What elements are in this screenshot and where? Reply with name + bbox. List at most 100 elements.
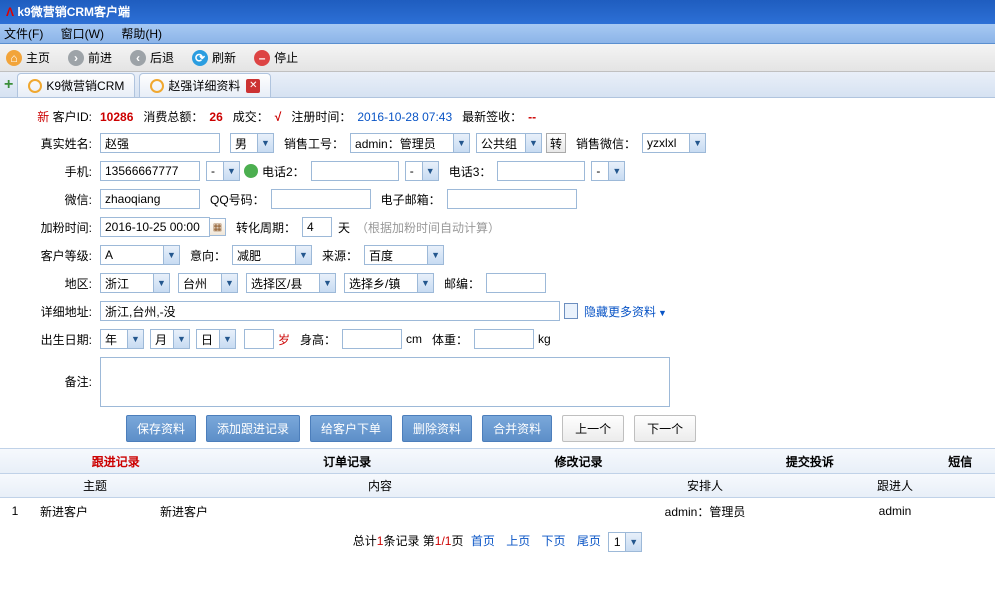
source-select[interactable]: 百度▼ xyxy=(364,245,444,265)
tab-sms[interactable]: 短信 xyxy=(926,453,995,470)
tab-customer-detail[interactable]: 赵强详细资料✕ xyxy=(139,73,271,97)
delete-button[interactable]: 删除资料 xyxy=(402,415,472,442)
table-row[interactable]: 1 新进客户 新进客户 admin：管理员 admin xyxy=(0,498,995,524)
real-name-input[interactable] xyxy=(100,133,220,153)
tab-order-records[interactable]: 订单记录 xyxy=(231,453,462,470)
menubar: 文件(F) 窗口(W) 帮助(H) xyxy=(0,24,995,44)
gender-select[interactable]: 男▼ xyxy=(230,133,274,153)
customer-form: 新 客户ID: 10286 消费总额： 26 成交： √ 注册时间： 2016-… xyxy=(0,98,995,442)
chevron-down-icon: ▼ xyxy=(223,162,239,180)
chevron-down-icon: ▼ xyxy=(257,134,273,152)
day-select[interactable]: 日▼ xyxy=(196,329,236,349)
pager: 总计1条记录 第1/1页 首页 上页 下页 尾页 1▼ xyxy=(0,524,995,560)
city-select[interactable]: 台州▼ xyxy=(178,273,238,293)
toolbar-forward[interactable]: ›前进 xyxy=(68,49,112,66)
sales-wechat-select[interactable]: yzxlxl▼ xyxy=(642,133,706,153)
pager-first[interactable]: 首页 xyxy=(471,534,495,548)
chevron-down-icon: ▼ xyxy=(221,274,237,292)
pager-last[interactable]: 尾页 xyxy=(577,534,601,548)
next-button[interactable]: 下一个 xyxy=(634,415,696,442)
save-button[interactable]: 保存资料 xyxy=(126,415,196,442)
toolbar-refresh[interactable]: ⟳刷新 xyxy=(192,49,236,66)
province-select[interactable]: 浙江▼ xyxy=(100,273,170,293)
chevron-down-icon: ▼ xyxy=(127,330,143,348)
town-select[interactable]: 选择乡/镇▼ xyxy=(344,273,434,293)
agent-select[interactable]: admin：管理员▼ xyxy=(350,133,470,153)
toolbar-back[interactable]: ‹后退 xyxy=(130,49,174,66)
row-header: 新 客户ID: 10286 消费总额： 26 成交： √ 注册时间： 2016-… xyxy=(18,108,985,125)
calendar-icon[interactable]: ▦ xyxy=(210,218,226,236)
height-input[interactable] xyxy=(342,329,402,349)
register-time: 2016-10-28 07:43 xyxy=(357,110,452,124)
group-select[interactable]: 公共组▼ xyxy=(476,133,542,153)
chevron-down-icon: ▼ xyxy=(422,162,438,180)
app-logo-letter: Λ xyxy=(6,5,14,19)
age-input[interactable] xyxy=(244,329,274,349)
ring-icon xyxy=(150,79,164,93)
level-select[interactable]: A▼ xyxy=(100,245,180,265)
stop-icon: – xyxy=(254,50,270,66)
pager-next[interactable]: 下页 xyxy=(542,534,566,548)
chevron-down-icon: ▼ xyxy=(153,274,169,292)
close-tab-icon[interactable]: ✕ xyxy=(246,79,260,93)
chevron-down-icon: ▼ xyxy=(163,246,179,264)
menu-window[interactable]: 窗口(W) xyxy=(61,27,104,41)
notes-textarea[interactable] xyxy=(100,357,670,407)
phone3-area-select[interactable]: -▼ xyxy=(591,161,625,181)
chevron-down-icon: ▼ xyxy=(689,134,705,152)
address-input[interactable] xyxy=(100,301,560,321)
chevron-down-icon: ▼ xyxy=(608,162,624,180)
pager-select[interactable]: 1▼ xyxy=(608,532,642,552)
online-status-icon xyxy=(244,164,258,178)
email-input[interactable] xyxy=(447,189,577,209)
toolbar: ⌂主页 ›前进 ‹后退 ⟳刷新 –停止 xyxy=(0,44,995,72)
chevron-down-icon: ▼ xyxy=(295,246,311,264)
addfans-date-picker[interactable]: ▦ xyxy=(100,217,226,237)
ring-icon xyxy=(28,79,42,93)
order-button[interactable]: 给客户下单 xyxy=(310,415,392,442)
merge-button[interactable]: 合并资料 xyxy=(482,415,552,442)
menu-file[interactable]: 文件(F) xyxy=(4,27,43,41)
toolbar-home[interactable]: ⌂主页 xyxy=(6,49,50,66)
back-icon: ‹ xyxy=(130,50,146,66)
qq-input[interactable] xyxy=(271,189,371,209)
phone-input[interactable] xyxy=(100,161,200,181)
month-select[interactable]: 月▼ xyxy=(150,329,190,349)
menu-help[interactable]: 帮助(H) xyxy=(121,27,162,41)
chevron-down-icon: ▼ xyxy=(625,533,641,551)
wechat-input[interactable] xyxy=(100,189,200,209)
year-select[interactable]: 年▼ xyxy=(100,329,144,349)
action-buttons: 保存资料 添加跟进记录 给客户下单 删除资料 合并资料 上一个 下一个 xyxy=(126,415,985,442)
add-follow-button[interactable]: 添加跟进记录 xyxy=(206,415,300,442)
doc-icon[interactable] xyxy=(564,303,578,319)
chevron-down-icon: ▼ xyxy=(219,330,235,348)
chevron-down-icon: ▼ xyxy=(453,134,469,152)
chevron-down-icon: ▼ xyxy=(173,330,189,348)
pager-prev[interactable]: 上页 xyxy=(506,534,530,548)
prev-button[interactable]: 上一个 xyxy=(562,415,624,442)
col-content: 内容 xyxy=(160,477,600,494)
phone3-input[interactable] xyxy=(497,161,585,181)
tab-crm-home[interactable]: K9微营销CRM xyxy=(17,73,135,97)
tab-modify-records[interactable]: 修改记录 xyxy=(463,453,694,470)
toolbar-stop[interactable]: –停止 xyxy=(254,49,298,66)
conversion-cycle-input[interactable] xyxy=(302,217,332,237)
new-tab-button[interactable]: + xyxy=(4,76,13,94)
tab-follow-records[interactable]: 跟进记录 xyxy=(0,453,231,470)
transfer-button[interactable]: 转 xyxy=(546,133,566,153)
forward-icon: › xyxy=(68,50,84,66)
intent-select[interactable]: 减肥▼ xyxy=(232,245,312,265)
phone2-area-select[interactable]: -▼ xyxy=(405,161,439,181)
hide-more-link[interactable]: 隐藏更多资料▼ xyxy=(584,303,667,320)
district-select[interactable]: 选择区/县▼ xyxy=(246,273,336,293)
refresh-icon: ⟳ xyxy=(192,50,208,66)
window-titlebar: Λ k9微营销CRM客户端 xyxy=(0,0,995,24)
phone-area-select[interactable]: -▼ xyxy=(206,161,240,181)
zip-input[interactable] xyxy=(486,273,546,293)
weight-input[interactable] xyxy=(474,329,534,349)
col-follower: 跟进人 xyxy=(810,477,980,494)
chevron-down-icon: ▼ xyxy=(427,246,443,264)
phone2-input[interactable] xyxy=(311,161,399,181)
tab-complaint[interactable]: 提交投诉 xyxy=(694,453,925,470)
window-title: k9微营销CRM客户端 xyxy=(17,5,130,19)
